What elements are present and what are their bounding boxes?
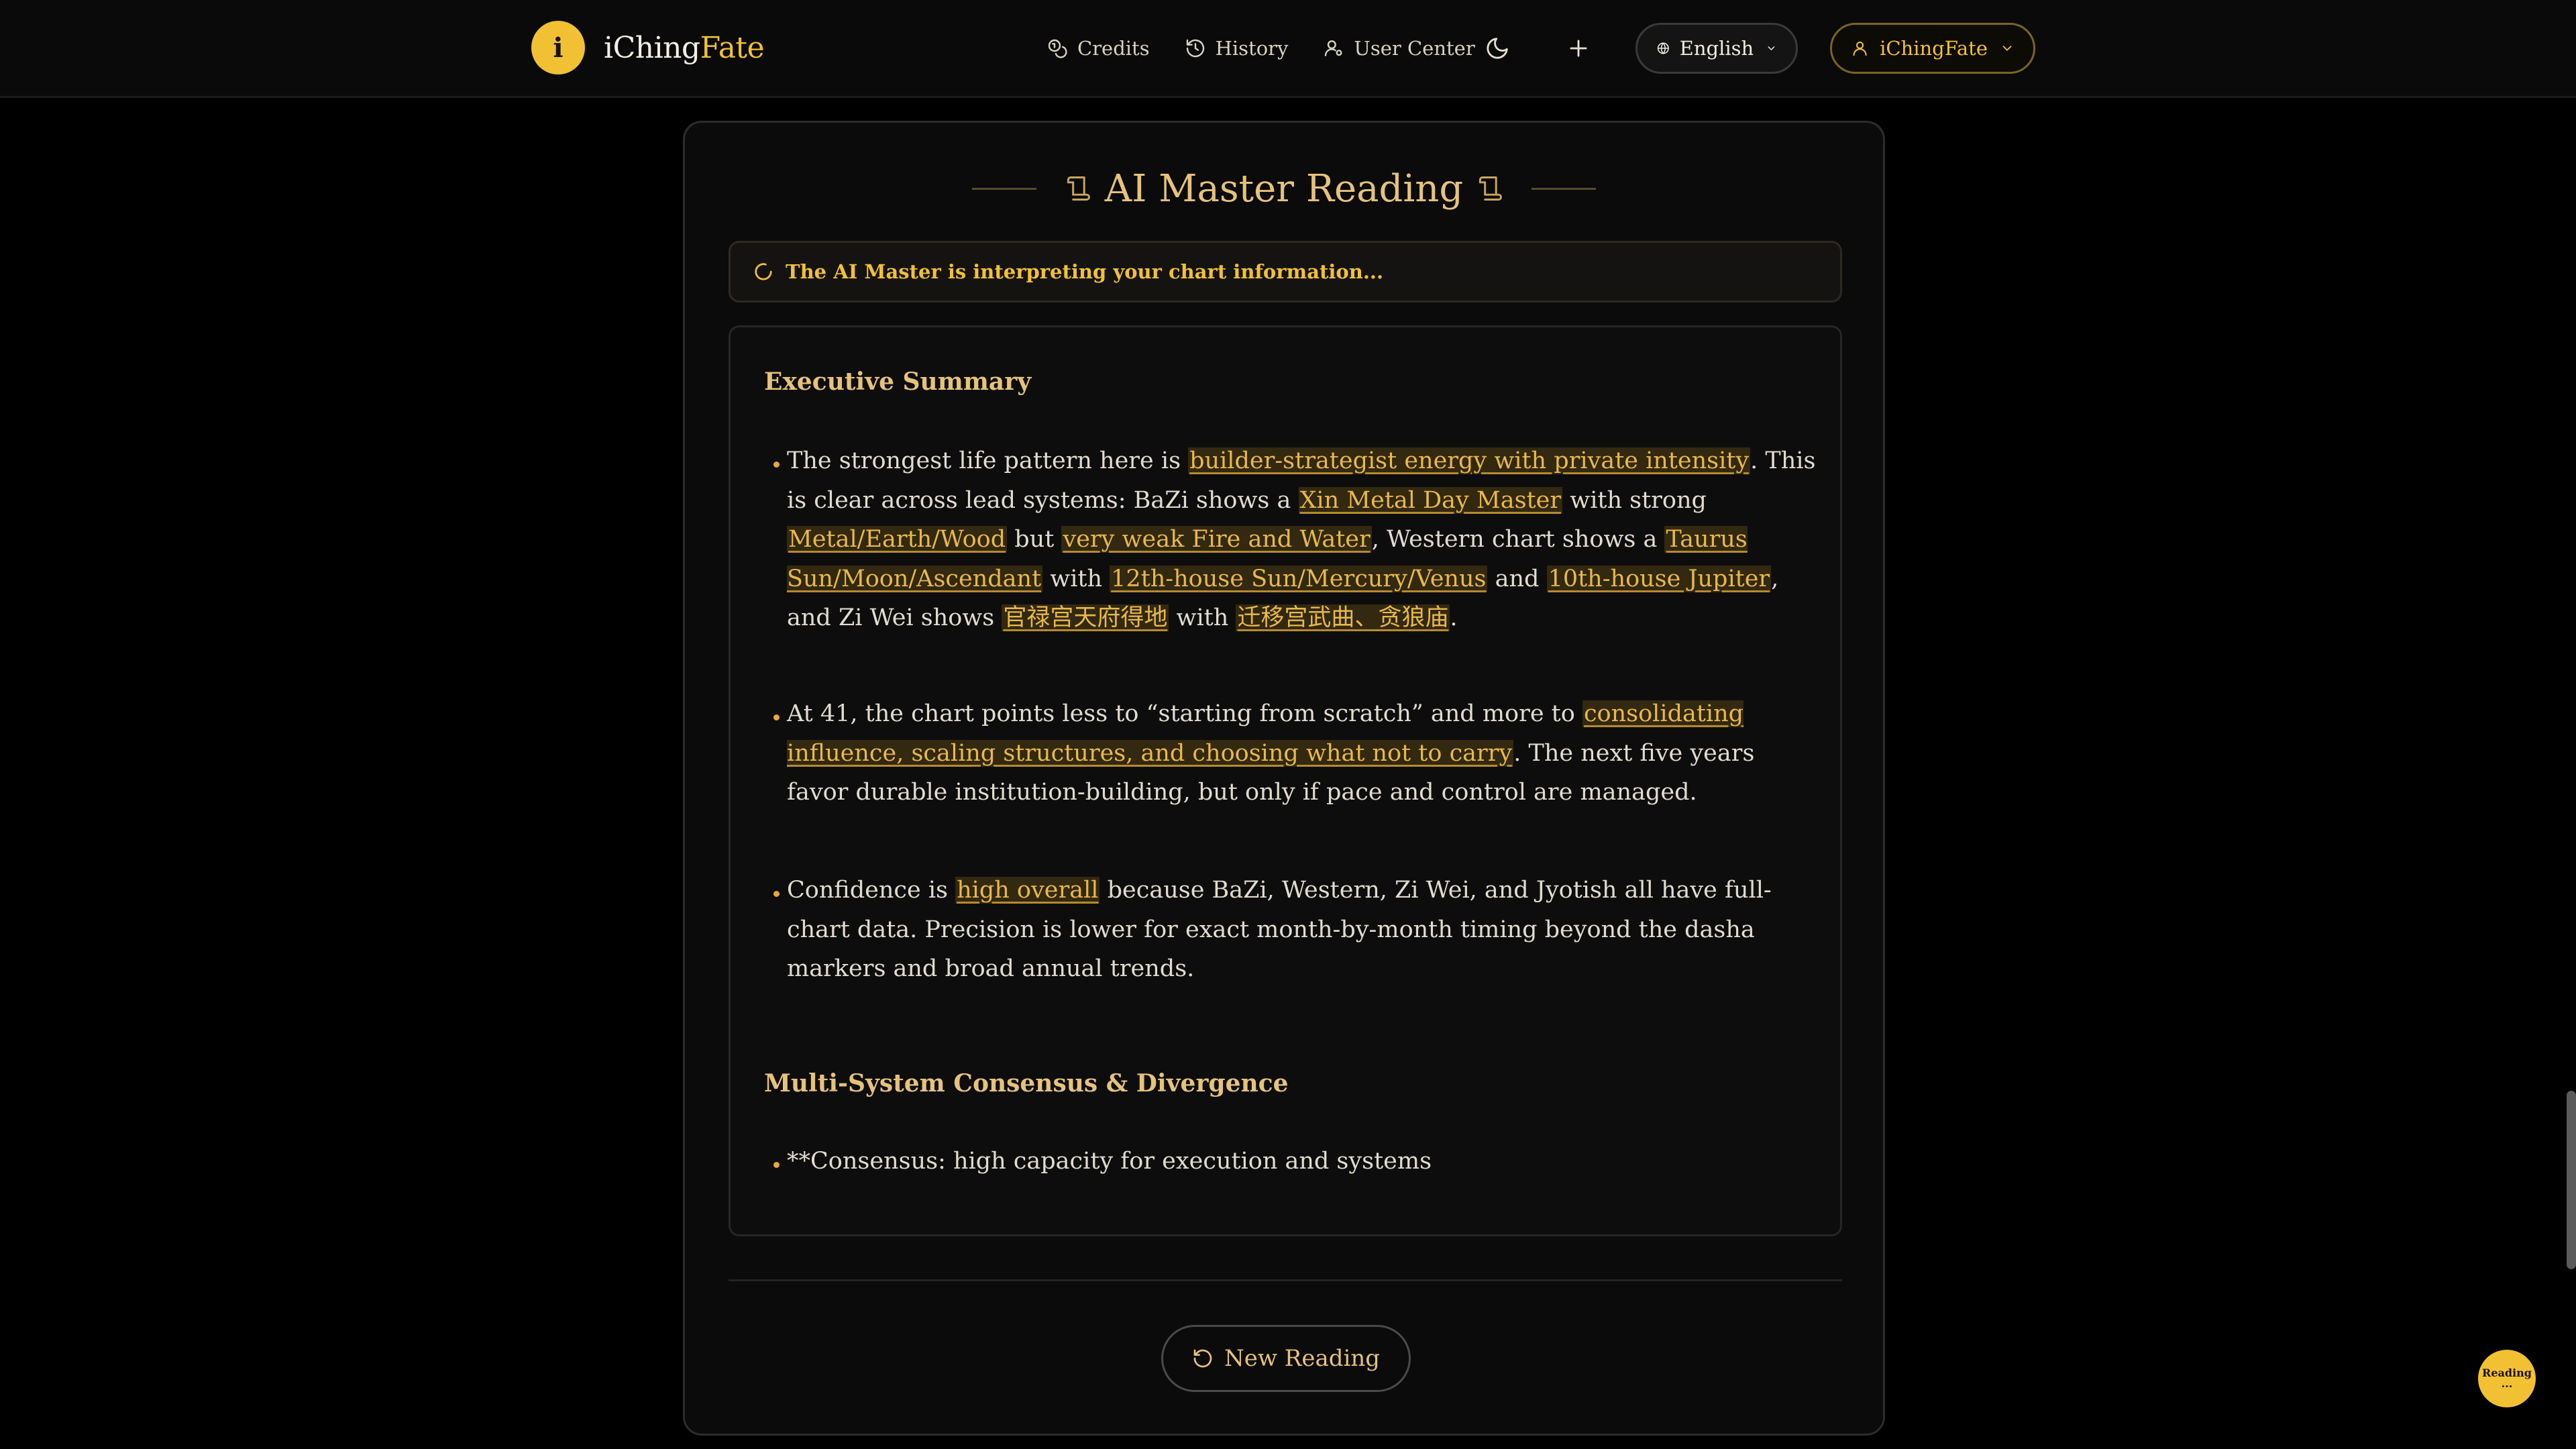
scroll-icon bbox=[1479, 176, 1503, 201]
nav-credits-label: Credits bbox=[1077, 37, 1150, 60]
list-item: At 41, the chart points less to “startin… bbox=[773, 694, 1820, 812]
highlight: Metal/Earth/Wood bbox=[787, 526, 1008, 553]
language-selector[interactable]: English bbox=[1635, 23, 1798, 74]
status-text: The AI Master is interpreting your chart… bbox=[786, 260, 1384, 283]
text-segment: with bbox=[1042, 565, 1110, 592]
highlight: very weak Fire and Water bbox=[1061, 526, 1372, 553]
section-heading-executive-summary: Executive Summary bbox=[764, 368, 1032, 396]
new-reading-label: New Reading bbox=[1224, 1345, 1381, 1372]
text-segment: and bbox=[1487, 565, 1547, 592]
reading-progress-badge[interactable]: Reading ... bbox=[2478, 1350, 2536, 1407]
list-item: Confidence is high overall because BaZi,… bbox=[773, 871, 1820, 989]
badge-sub: ... bbox=[2501, 1377, 2513, 1390]
nav-history[interactable]: History bbox=[1185, 37, 1289, 60]
text-segment: The strongest life pattern here is bbox=[787, 447, 1189, 474]
status-message: The AI Master is interpreting your chart… bbox=[729, 241, 1842, 303]
nav-user-center[interactable]: User Center bbox=[1323, 37, 1475, 60]
brand-name: iChingFate bbox=[604, 30, 765, 65]
top-navbar: i iChingFate Credits History User Center bbox=[0, 0, 2576, 98]
history-icon bbox=[1186, 39, 1204, 58]
highlight: 10th-house Jupiter bbox=[1546, 565, 1772, 592]
refresh-icon bbox=[1193, 1349, 1212, 1368]
title-divider-right bbox=[1532, 187, 1597, 190]
section-heading-consensus: Multi-System Consensus & Divergence bbox=[764, 1069, 1289, 1097]
card-title: AI Master Reading bbox=[685, 162, 1883, 215]
text-segment: with bbox=[1169, 604, 1236, 631]
moon-icon bbox=[1487, 38, 1508, 59]
text-segment: Confidence is bbox=[787, 877, 956, 904]
text-segment: but bbox=[1007, 526, 1062, 553]
text-segment: At 41, the chart points less to “startin… bbox=[787, 700, 1582, 727]
language-label: English bbox=[1679, 37, 1754, 60]
text-segment: . bbox=[1450, 604, 1458, 631]
user-name: iChingFate bbox=[1880, 37, 1988, 60]
text-segment: , Western chart shows a bbox=[1371, 526, 1665, 553]
logo-icon: i bbox=[531, 21, 585, 74]
ai-reading-card: AI Master Reading The AI Master is inter… bbox=[683, 121, 1885, 1436]
globe-icon bbox=[1657, 42, 1669, 54]
highlight: 官禄宫天府得地 bbox=[1002, 604, 1169, 631]
add-button[interactable] bbox=[1560, 30, 1597, 67]
nav-history-label: History bbox=[1215, 37, 1289, 60]
scrollbar[interactable] bbox=[2567, 1091, 2576, 1269]
highlight: 12th-house Sun/Mercury/Venus bbox=[1110, 565, 1488, 592]
brand-name-accent: Fate bbox=[700, 30, 765, 65]
chevron-down-icon bbox=[2002, 46, 2012, 51]
highlight: 迁移宫武曲、贪狼庙 bbox=[1236, 604, 1450, 631]
list-item: The strongest life pattern here is build… bbox=[773, 441, 1820, 638]
theme-toggle-button[interactable] bbox=[1479, 30, 1516, 67]
highlight: builder-strategist energy with private i… bbox=[1188, 447, 1751, 474]
user-icon bbox=[1853, 41, 1867, 56]
highlight: high overall bbox=[955, 877, 1100, 904]
brand-name-main: iChing bbox=[604, 30, 700, 65]
highlight: Xin Metal Day Master bbox=[1298, 486, 1563, 514]
scroll-icon bbox=[1067, 176, 1090, 201]
loading-spinner-icon bbox=[755, 263, 772, 280]
nav-credits[interactable]: Credits bbox=[1046, 37, 1150, 60]
card-title-text: AI Master Reading bbox=[1104, 166, 1464, 211]
user-menu[interactable]: iChingFate bbox=[1830, 23, 2035, 74]
nav-user-center-label: User Center bbox=[1354, 37, 1475, 60]
text-segment: **Consensus: high capacity for execution… bbox=[787, 1148, 1432, 1175]
user-settings-icon bbox=[1325, 40, 1342, 56]
list-item: **Consensus: high capacity for execution… bbox=[773, 1142, 1820, 1181]
title-divider-left bbox=[971, 187, 1036, 190]
coins-icon bbox=[1048, 39, 1067, 58]
plus-icon bbox=[1570, 40, 1587, 57]
reading-content: Executive Summary The strongest life pat… bbox=[729, 325, 1842, 1236]
nav-links: Credits History User Center bbox=[1046, 30, 1510, 67]
new-reading-button[interactable]: New Reading bbox=[1161, 1325, 1411, 1392]
divider bbox=[729, 1279, 1842, 1281]
chevron-down-icon bbox=[1768, 46, 1775, 50]
brand-logo-link[interactable]: i iChingFate bbox=[531, 21, 765, 74]
text-segment: with strong bbox=[1562, 486, 1707, 514]
